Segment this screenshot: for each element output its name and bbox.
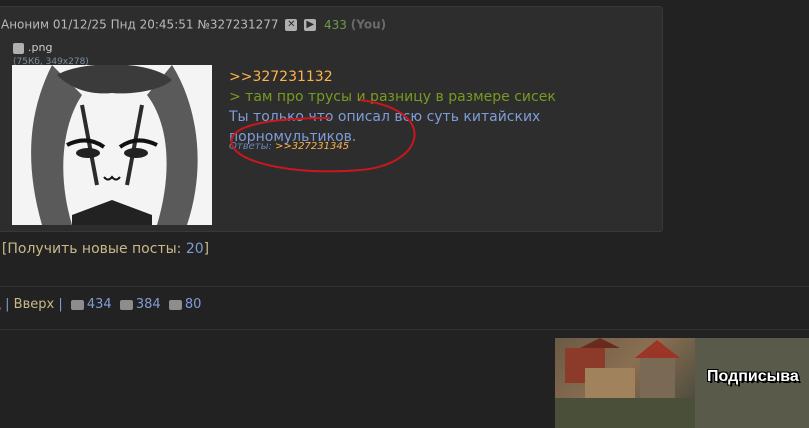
get-new-posts-link[interactable]: [Получить новые посты: — [2, 241, 181, 257]
images-count: 384 — [135, 297, 161, 312]
banner-text: Подписыва — [707, 368, 799, 385]
new-posts-bar: ] [Получить новые посты: 20] — [0, 241, 209, 257]
new-posts-count: 20 — [185, 241, 204, 257]
new-posts-close: ] — [203, 241, 210, 257]
up-link[interactable]: Вверх — [14, 297, 55, 312]
divider — [0, 286, 809, 287]
nav-prefix[interactable]: д — [0, 297, 1, 312]
thread-nav-bar: д | Вверх | 434 384 80 — [0, 297, 201, 312]
images-icon — [119, 299, 133, 310]
posters-count: 80 — [184, 297, 202, 312]
posters-icon — [168, 299, 182, 310]
ad-banner[interactable]: Подписыва — [555, 338, 809, 428]
separator: | — [58, 297, 63, 312]
posts-icon — [70, 299, 84, 310]
divider — [0, 329, 809, 330]
posts-count: 434 — [86, 297, 112, 312]
separator: | — [5, 297, 10, 312]
